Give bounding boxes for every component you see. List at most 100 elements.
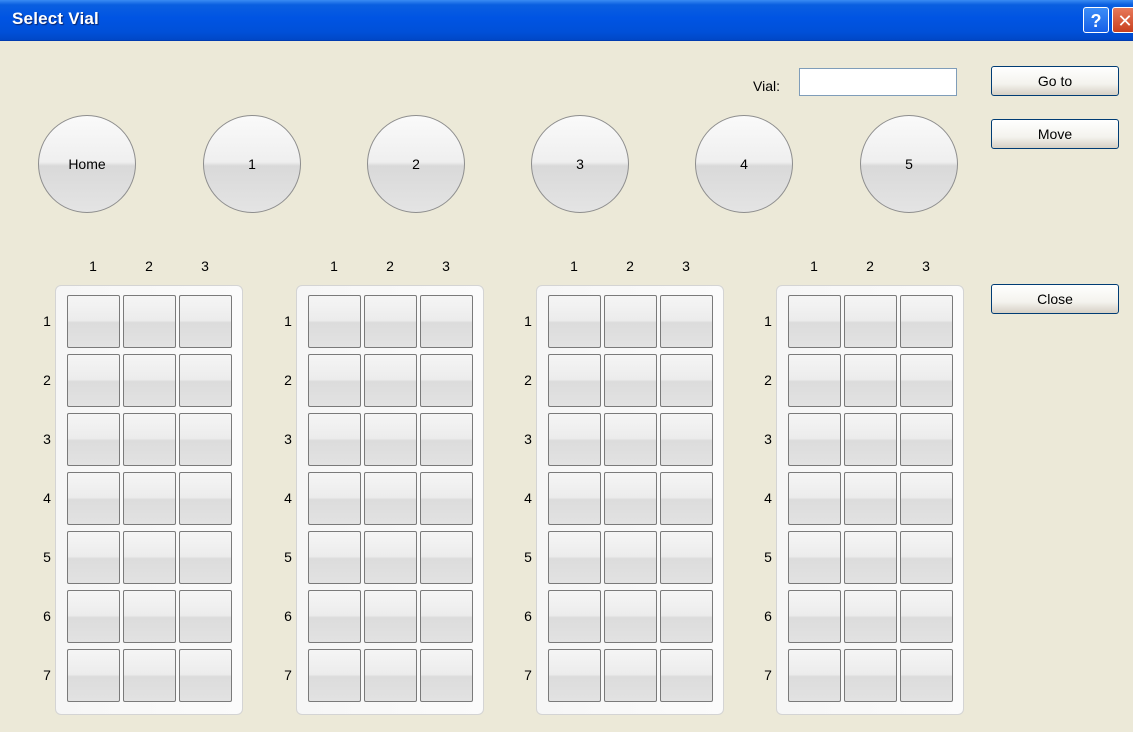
vial-cell[interactable] <box>364 354 417 407</box>
vial-cell[interactable] <box>123 354 176 407</box>
vial-cell[interactable] <box>548 354 601 407</box>
vial-cell[interactable] <box>548 472 601 525</box>
vial-cell[interactable] <box>788 295 841 348</box>
vial-cell[interactable] <box>308 295 361 348</box>
vial-cell[interactable] <box>548 295 601 348</box>
vial-cell[interactable] <box>548 413 601 466</box>
vial-cell[interactable] <box>900 531 953 584</box>
vial-cell[interactable] <box>788 531 841 584</box>
vial-cell[interactable] <box>660 590 713 643</box>
position-button-home[interactable]: Home <box>38 115 136 213</box>
vial-cell[interactable] <box>788 354 841 407</box>
vial-cell[interactable] <box>844 531 897 584</box>
vial-cell[interactable] <box>788 413 841 466</box>
vial-cell[interactable] <box>420 590 473 643</box>
position-button-5[interactable]: 5 <box>860 115 958 213</box>
vial-cell[interactable] <box>420 354 473 407</box>
vial-cell[interactable] <box>900 413 953 466</box>
vial-cell[interactable] <box>364 649 417 702</box>
vial-cell[interactable] <box>179 295 232 348</box>
vial-cell[interactable] <box>788 472 841 525</box>
vial-cell[interactable] <box>123 590 176 643</box>
vial-cell[interactable] <box>548 649 601 702</box>
vial-cell[interactable] <box>604 295 657 348</box>
vial-cell[interactable] <box>420 413 473 466</box>
vial-cell[interactable] <box>364 413 417 466</box>
vial-cell[interactable] <box>308 413 361 466</box>
vial-cell[interactable] <box>67 531 120 584</box>
vial-cell[interactable] <box>308 354 361 407</box>
move-button[interactable]: Move <box>991 119 1119 149</box>
close-button[interactable]: Close <box>991 284 1119 314</box>
vial-cell[interactable] <box>844 472 897 525</box>
vial-cell[interactable] <box>660 649 713 702</box>
vial-cell[interactable] <box>604 413 657 466</box>
select-vial-dialog: Select Vial ? ✕ Vial: Go to Move Close H… <box>0 0 1133 732</box>
vial-cell[interactable] <box>67 354 120 407</box>
vial-cell[interactable] <box>900 472 953 525</box>
help-icon[interactable]: ? <box>1083 7 1109 33</box>
position-button-4[interactable]: 4 <box>695 115 793 213</box>
vial-cell[interactable] <box>420 531 473 584</box>
vial-cell[interactable] <box>900 649 953 702</box>
vial-cell[interactable] <box>420 295 473 348</box>
vial-input[interactable] <box>799 68 957 96</box>
vial-cell[interactable] <box>660 472 713 525</box>
close-window-icon[interactable]: ✕ <box>1112 7 1133 33</box>
vial-cell[interactable] <box>364 472 417 525</box>
vial-cell[interactable] <box>900 295 953 348</box>
vial-cell[interactable] <box>420 472 473 525</box>
position-button-2[interactable]: 2 <box>367 115 465 213</box>
vial-cell[interactable] <box>67 472 120 525</box>
vial-cell[interactable] <box>844 295 897 348</box>
vial-cell[interactable] <box>67 413 120 466</box>
vial-cell[interactable] <box>179 413 232 466</box>
vial-cell[interactable] <box>844 354 897 407</box>
vial-cell[interactable] <box>123 413 176 466</box>
vial-cell[interactable] <box>308 472 361 525</box>
vial-cell[interactable] <box>788 649 841 702</box>
vial-cell[interactable] <box>660 413 713 466</box>
vial-cell[interactable] <box>179 590 232 643</box>
vial-cell[interactable] <box>67 590 120 643</box>
vial-cell[interactable] <box>308 590 361 643</box>
vial-cell[interactable] <box>844 590 897 643</box>
vial-cell[interactable] <box>844 649 897 702</box>
vial-cell[interactable] <box>660 354 713 407</box>
vial-cell[interactable] <box>604 590 657 643</box>
title-bar[interactable]: Select Vial ? ✕ <box>0 0 1133 41</box>
vial-cell[interactable] <box>900 354 953 407</box>
vial-cell[interactable] <box>67 649 120 702</box>
vial-cell[interactable] <box>364 295 417 348</box>
vial-cell[interactable] <box>364 531 417 584</box>
vial-cell[interactable] <box>123 649 176 702</box>
vial-cell[interactable] <box>123 472 176 525</box>
vial-cell[interactable] <box>308 531 361 584</box>
vial-cell[interactable] <box>548 531 601 584</box>
vial-cell[interactable] <box>788 590 841 643</box>
vial-cell[interactable] <box>179 354 232 407</box>
vial-cell[interactable] <box>179 649 232 702</box>
vial-cell[interactable] <box>604 354 657 407</box>
vial-cell[interactable] <box>548 590 601 643</box>
vial-cell[interactable] <box>900 590 953 643</box>
vial-cell[interactable] <box>123 531 176 584</box>
vial-cell[interactable] <box>844 413 897 466</box>
vial-cell[interactable] <box>660 295 713 348</box>
vial-cell[interactable] <box>604 531 657 584</box>
vial-cell[interactable] <box>420 649 473 702</box>
position-button-3[interactable]: 3 <box>531 115 629 213</box>
vial-cell[interactable] <box>179 472 232 525</box>
vial-cell[interactable] <box>364 590 417 643</box>
vial-cell[interactable] <box>67 295 120 348</box>
vial-cell[interactable] <box>123 295 176 348</box>
vial-cell[interactable] <box>308 649 361 702</box>
position-button-1[interactable]: 1 <box>203 115 301 213</box>
vial-cell[interactable] <box>660 531 713 584</box>
row-label: 3 <box>764 431 772 447</box>
column-label: 3 <box>442 258 450 274</box>
vial-cell[interactable] <box>604 649 657 702</box>
vial-cell[interactable] <box>604 472 657 525</box>
vial-cell[interactable] <box>179 531 232 584</box>
go-to-button[interactable]: Go to <box>991 66 1119 96</box>
